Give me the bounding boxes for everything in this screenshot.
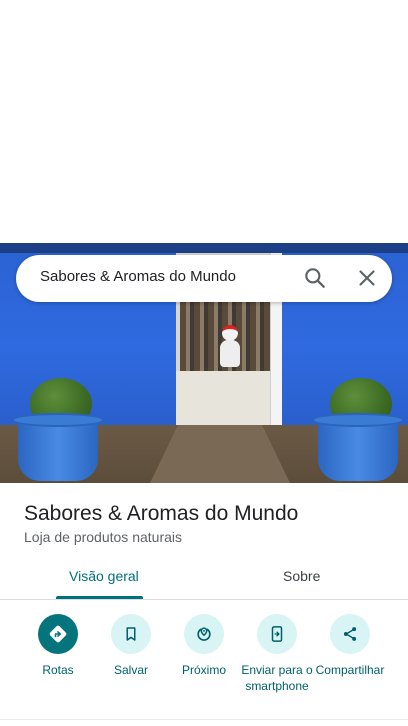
place-title: Sabores & Aromas do Mundo (24, 502, 299, 525)
place-category[interactable]: Loja de produtos naturais (24, 529, 182, 545)
search-bar[interactable]: Sabores & Aromas do Mundo (16, 255, 392, 302)
nearby-button[interactable]: Próximo (164, 614, 244, 678)
send-to-phone-label: Enviar para o smartphone (241, 663, 313, 693)
photo-pot-left (12, 413, 104, 483)
close-icon[interactable] (354, 265, 380, 291)
directions-icon (38, 614, 78, 654)
send-to-phone-icon (257, 614, 297, 654)
share-button[interactable]: Compartilhar (309, 614, 391, 678)
bottom-divider (0, 719, 408, 720)
send-to-phone-button[interactable]: Enviar para o smartphone (237, 614, 317, 694)
search-icon[interactable] (302, 265, 328, 291)
tab-about[interactable]: Sobre (283, 568, 320, 584)
save-button[interactable]: Salvar (91, 614, 171, 678)
photo-store-floor (176, 371, 274, 425)
search-query-text[interactable]: Sabores & Aromas do Mundo (40, 268, 236, 285)
share-label: Compartilhar (315, 663, 385, 677)
tab-overview[interactable]: Visão geral (69, 568, 139, 584)
photo-pot-right (312, 413, 404, 483)
save-label: Salvar (113, 663, 148, 677)
photo-snowman-figure (220, 325, 240, 367)
directions-button[interactable]: Rotas (18, 614, 98, 678)
directions-label: Rotas (42, 663, 74, 677)
share-icon (330, 614, 370, 654)
nearby-icon (184, 614, 224, 654)
photo-wall-top (0, 243, 408, 253)
nearby-label: Próximo (181, 663, 226, 677)
tabs-divider (0, 599, 408, 600)
place-details-page: Sabores & Aromas do Mundo Sabores & Arom… (0, 0, 408, 726)
bookmark-icon (111, 614, 151, 654)
